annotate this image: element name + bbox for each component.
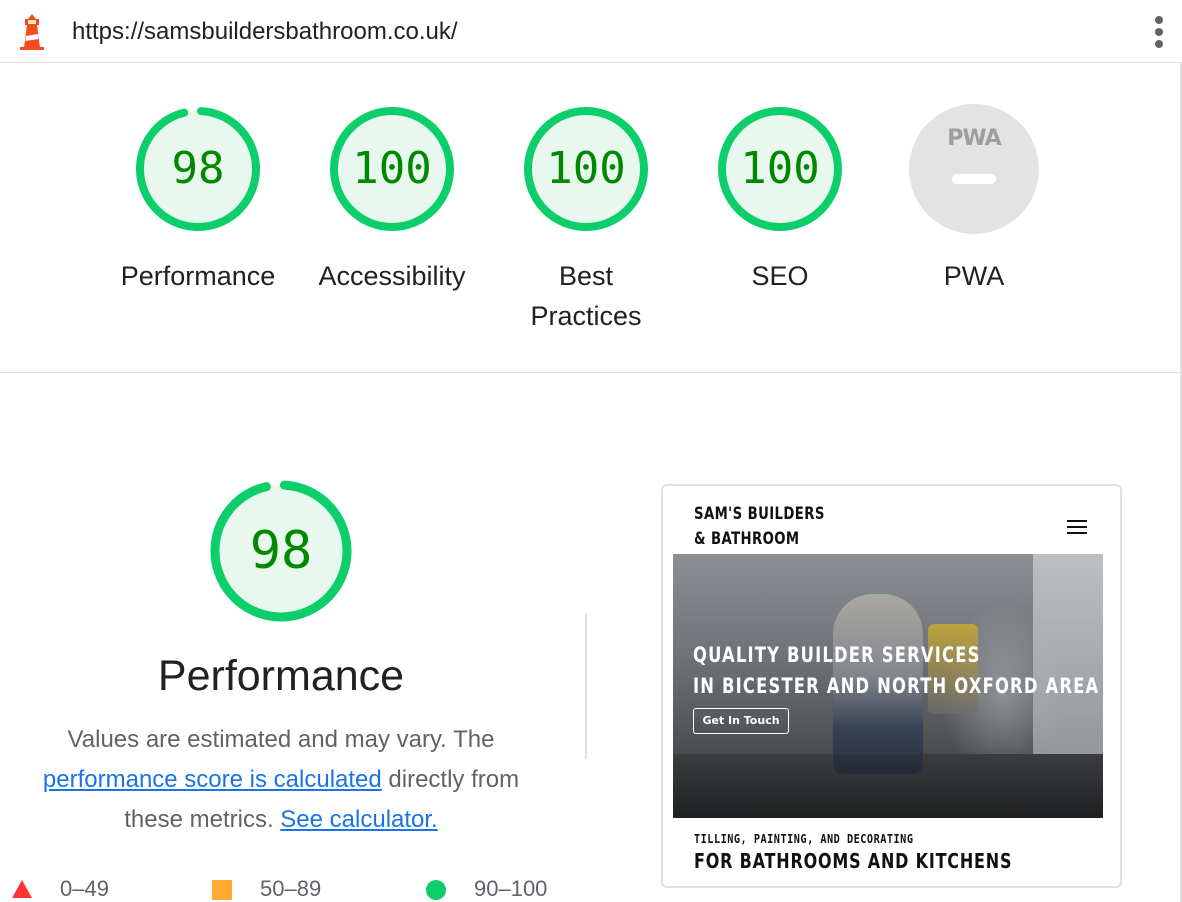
pwa-dash-icon xyxy=(952,174,996,184)
hero-title-line: QUALITY BUILDER SERVICES xyxy=(693,643,981,667)
gauge-best-practices[interactable]: 100 Best Practices xyxy=(489,104,683,336)
gauge-performance[interactable]: 98 Performance xyxy=(101,104,295,296)
services-subtitle: TILLING, PAINTING, AND DECORATING xyxy=(694,832,914,846)
screenshot-page: SAM'S BUILDERS & BATHROOM QUALITY BUILDE… xyxy=(671,494,1105,880)
score-legend: 0–49 50–89 90–100 xyxy=(0,876,600,902)
hero-title-line: IN BICESTER AND NORTH OXFORD AREA xyxy=(693,674,1100,698)
see-calculator-link[interactable]: See calculator. xyxy=(280,806,437,833)
gauge-ring: 100 xyxy=(521,104,651,234)
score-calculated-link[interactable]: performance score is calculated xyxy=(43,766,382,793)
site-logo-line: & BATHROOM xyxy=(694,529,800,549)
gauge-score: 98 xyxy=(171,143,225,194)
gauge-score: 100 xyxy=(352,143,432,194)
scores-summary: 98 Performance 100 Accessibility 100 Bes… xyxy=(0,64,1180,373)
performance-gauge-large: 98 xyxy=(207,477,355,625)
vertical-divider xyxy=(585,613,587,759)
legend-pass-range: 90–100 xyxy=(474,876,548,901)
triangle-icon xyxy=(12,880,32,898)
more-vertical-icon[interactable] xyxy=(1151,14,1167,50)
gauge-ring: 98 xyxy=(133,104,263,234)
gauge-accessibility[interactable]: 100 Accessibility xyxy=(295,104,489,296)
hero-image: QUALITY BUILDER SERVICES IN BICESTER AND… xyxy=(673,554,1103,818)
report-topbar: https://samsbuildersbathroom.co.uk/ xyxy=(0,0,1182,63)
circle-icon xyxy=(426,880,446,900)
performance-title: Performance xyxy=(157,652,405,700)
legend-average-range: 50–89 xyxy=(260,876,322,901)
legend-fail-range: 0–49 xyxy=(60,876,109,901)
gauge-label: Performance xyxy=(120,261,276,291)
page-url: https://samsbuildersbathroom.co.uk/ xyxy=(72,18,458,45)
gauge-label: PWA xyxy=(943,261,1005,291)
gauge-label: SEO xyxy=(751,261,809,291)
gauge-ring: 100 xyxy=(715,104,845,234)
gauge-score: 100 xyxy=(546,143,626,194)
square-icon xyxy=(212,880,232,900)
gauge-ring: 100 xyxy=(327,104,457,234)
gauge-label: Best Practices xyxy=(530,261,642,331)
gauge-seo[interactable]: 100 SEO xyxy=(683,104,877,296)
gauge-score: 100 xyxy=(740,143,820,194)
pwa-badge: PWA xyxy=(909,104,1039,234)
site-logo-line: SAM'S BUILDERS xyxy=(694,504,825,524)
hero-title: QUALITY BUILDER SERVICES IN BICESTER AND… xyxy=(693,640,1099,702)
final-screenshot[interactable]: SAM'S BUILDERS & BATHROOM QUALITY BUILDE… xyxy=(661,484,1122,888)
lighthouse-icon xyxy=(20,14,44,50)
gauge-label: Accessibility xyxy=(318,261,466,291)
gauge-score: 98 xyxy=(249,521,313,581)
gauge-pwa[interactable]: PWA PWA xyxy=(877,104,1071,296)
services-heading: FOR BATHROOMS AND KITCHENS xyxy=(694,849,1013,873)
site-logo: SAM'S BUILDERS & BATHROOM xyxy=(694,502,825,552)
hamburger-menu-icon xyxy=(1067,520,1087,534)
pwa-badge-text: PWA xyxy=(947,126,1001,151)
performance-description: Values are estimated and may vary. The p… xyxy=(30,720,532,840)
get-in-touch-button: Get In Touch xyxy=(693,708,789,734)
desc-text: Values are estimated and may vary. The xyxy=(67,726,495,753)
